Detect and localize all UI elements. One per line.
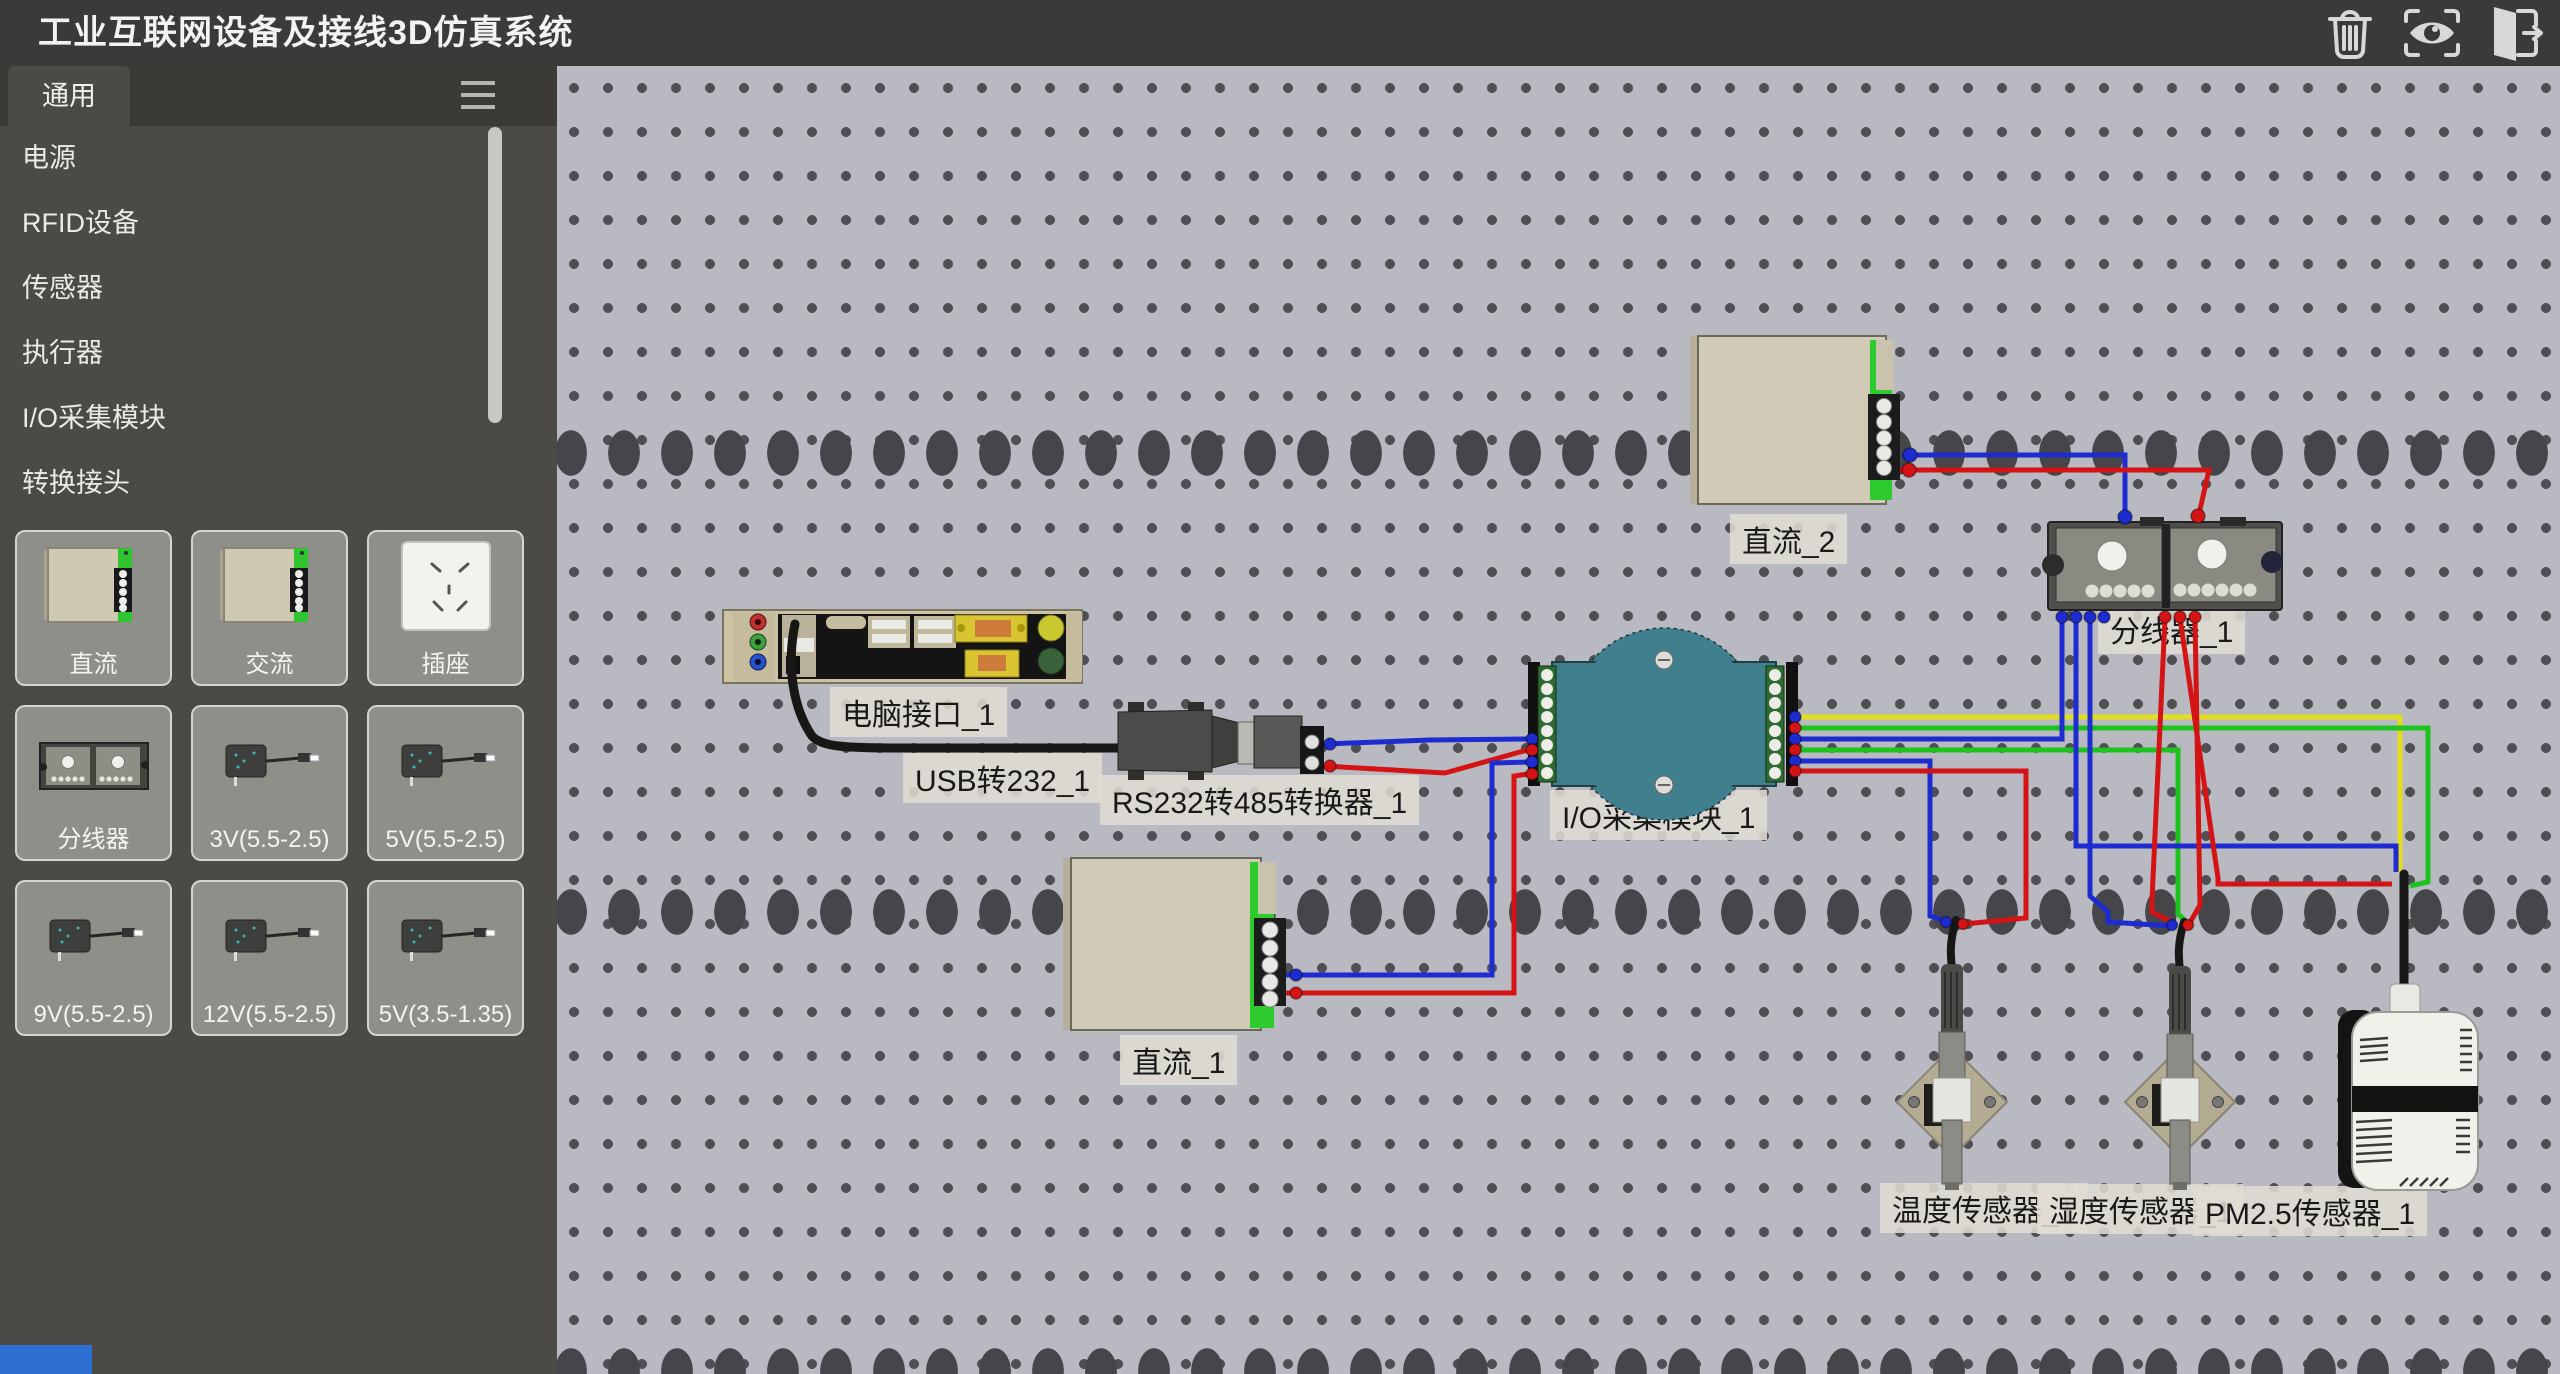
eye-focus-icon bbox=[2400, 3, 2464, 63]
palette-item-5v-small[interactable]: 5V(3.5-1.35) bbox=[367, 880, 524, 1036]
wire-splitter-pm25-blue[interactable] bbox=[2076, 618, 2396, 872]
palette-item-label: 5V(3.5-1.35) bbox=[369, 1001, 522, 1029]
power-adapter-thumb bbox=[386, 890, 506, 986]
device-humidity-sensor[interactable] bbox=[2125, 922, 2235, 1190]
corner-blue-badge[interactable] bbox=[0, 1345, 92, 1374]
exit-button[interactable] bbox=[2482, 3, 2546, 63]
palette-item-socket[interactable]: 插座 bbox=[367, 530, 524, 686]
device-usb232-rs485[interactable] bbox=[1118, 702, 1324, 780]
sidebar-tabstrip: 通用 bbox=[0, 66, 557, 126]
palette-item-12v[interactable]: 12V(5.5-2.5) bbox=[191, 880, 348, 1036]
toolbar bbox=[2318, 3, 2546, 63]
wire-splitter-humidity-red2[interactable] bbox=[2188, 618, 2200, 926]
menu-item-power[interactable]: 电源 bbox=[0, 126, 557, 191]
scene-3d-view[interactable] bbox=[557, 66, 2560, 1374]
menu-item-io-module[interactable]: I/O采集模块 bbox=[0, 386, 557, 451]
power-adapter-thumb bbox=[386, 715, 506, 811]
hamburger-menu-icon[interactable] bbox=[461, 80, 495, 110]
palette-item-dc[interactable]: 直流 bbox=[15, 530, 172, 686]
wire-rs485-io-blue[interactable] bbox=[1324, 739, 1528, 744]
trash-icon bbox=[2318, 3, 2382, 63]
device-dc2[interactable] bbox=[1690, 336, 1900, 504]
menu-item-sensor[interactable]: 传感器 bbox=[0, 256, 557, 321]
delete-button[interactable] bbox=[2318, 3, 2382, 63]
palette-item-5v[interactable]: 5V(5.5-2.5) bbox=[367, 705, 524, 861]
palette-item-label: 12V(5.5-2.5) bbox=[193, 1001, 346, 1029]
wall-socket-thumb bbox=[386, 540, 506, 636]
palette-item-label: 直流 bbox=[17, 644, 170, 679]
wire-io-temp-red[interactable] bbox=[1798, 771, 2026, 924]
power-adapter-thumb bbox=[210, 715, 330, 811]
palette-item-label: 插座 bbox=[369, 644, 522, 679]
palette-item-label: 9V(5.5-2.5) bbox=[17, 1001, 170, 1029]
title-bar: 工业互联网设备及接线3D仿真系统 bbox=[0, 0, 2560, 66]
app-title: 工业互联网设备及接线3D仿真系统 bbox=[38, 0, 573, 66]
menu-item-actuator[interactable]: 执行器 bbox=[0, 321, 557, 386]
device-pc-port[interactable] bbox=[723, 610, 1082, 683]
device-dc1[interactable] bbox=[1063, 858, 1286, 1030]
dc-power-supply-thumb bbox=[34, 540, 154, 636]
preview-button[interactable] bbox=[2400, 3, 2464, 63]
exit-door-icon bbox=[2482, 3, 2546, 63]
device-splitter[interactable] bbox=[2042, 517, 2283, 610]
tab-general[interactable]: 通用 bbox=[8, 66, 130, 126]
wire-io-splitter-blue[interactable] bbox=[1798, 620, 2062, 739]
palette-item-label: 5V(5.5-2.5) bbox=[369, 826, 522, 854]
device-palette: 直流 交流 插座 分线器 3V(5.5-2.5) 5V(5.5-2.5) 9V(… bbox=[15, 530, 524, 1036]
wire-splitter-humidity-red[interactable] bbox=[2152, 618, 2170, 921]
device-io-module[interactable] bbox=[1528, 628, 1798, 820]
wire-dc2-splitter-blue[interactable] bbox=[1902, 455, 2125, 528]
ac-power-supply-thumb bbox=[210, 540, 330, 636]
palette-item-label: 分线器 bbox=[17, 819, 170, 854]
wire-io-temp-blue[interactable] bbox=[1798, 761, 1948, 922]
splitter-thumb bbox=[34, 715, 154, 811]
palette-item-label: 3V(5.5-2.5) bbox=[193, 826, 346, 854]
menu-item-adapter[interactable]: 转换接头 bbox=[0, 451, 557, 516]
category-menu: 电源 RFID设备 传感器 执行器 I/O采集模块 转换接头 bbox=[0, 126, 557, 516]
palette-item-ac[interactable]: 交流 bbox=[191, 530, 348, 686]
wire-io-humidity-green[interactable] bbox=[1798, 750, 2186, 921]
power-adapter-thumb bbox=[210, 890, 330, 986]
power-adapter-thumb bbox=[34, 890, 154, 986]
wire-dc1-io-blue[interactable] bbox=[1286, 762, 1528, 975]
palette-item-3v[interactable]: 3V(5.5-2.5) bbox=[191, 705, 348, 861]
palette-item-splitter[interactable]: 分线器 bbox=[15, 705, 172, 861]
palette-item-label: 交流 bbox=[193, 644, 346, 679]
device-temp-sensor[interactable] bbox=[1897, 920, 2007, 1190]
palette-item-9v[interactable]: 9V(5.5-2.5) bbox=[15, 880, 172, 1036]
device-pm25-sensor[interactable] bbox=[2338, 874, 2478, 1190]
menu-item-rfid[interactable]: RFID设备 bbox=[0, 191, 557, 256]
sidebar-scrollbar[interactable] bbox=[488, 127, 502, 423]
sidebar: 通用 电源 RFID设备 传感器 执行器 I/O采集模块 转换接头 直流 交流 … bbox=[0, 66, 557, 1374]
